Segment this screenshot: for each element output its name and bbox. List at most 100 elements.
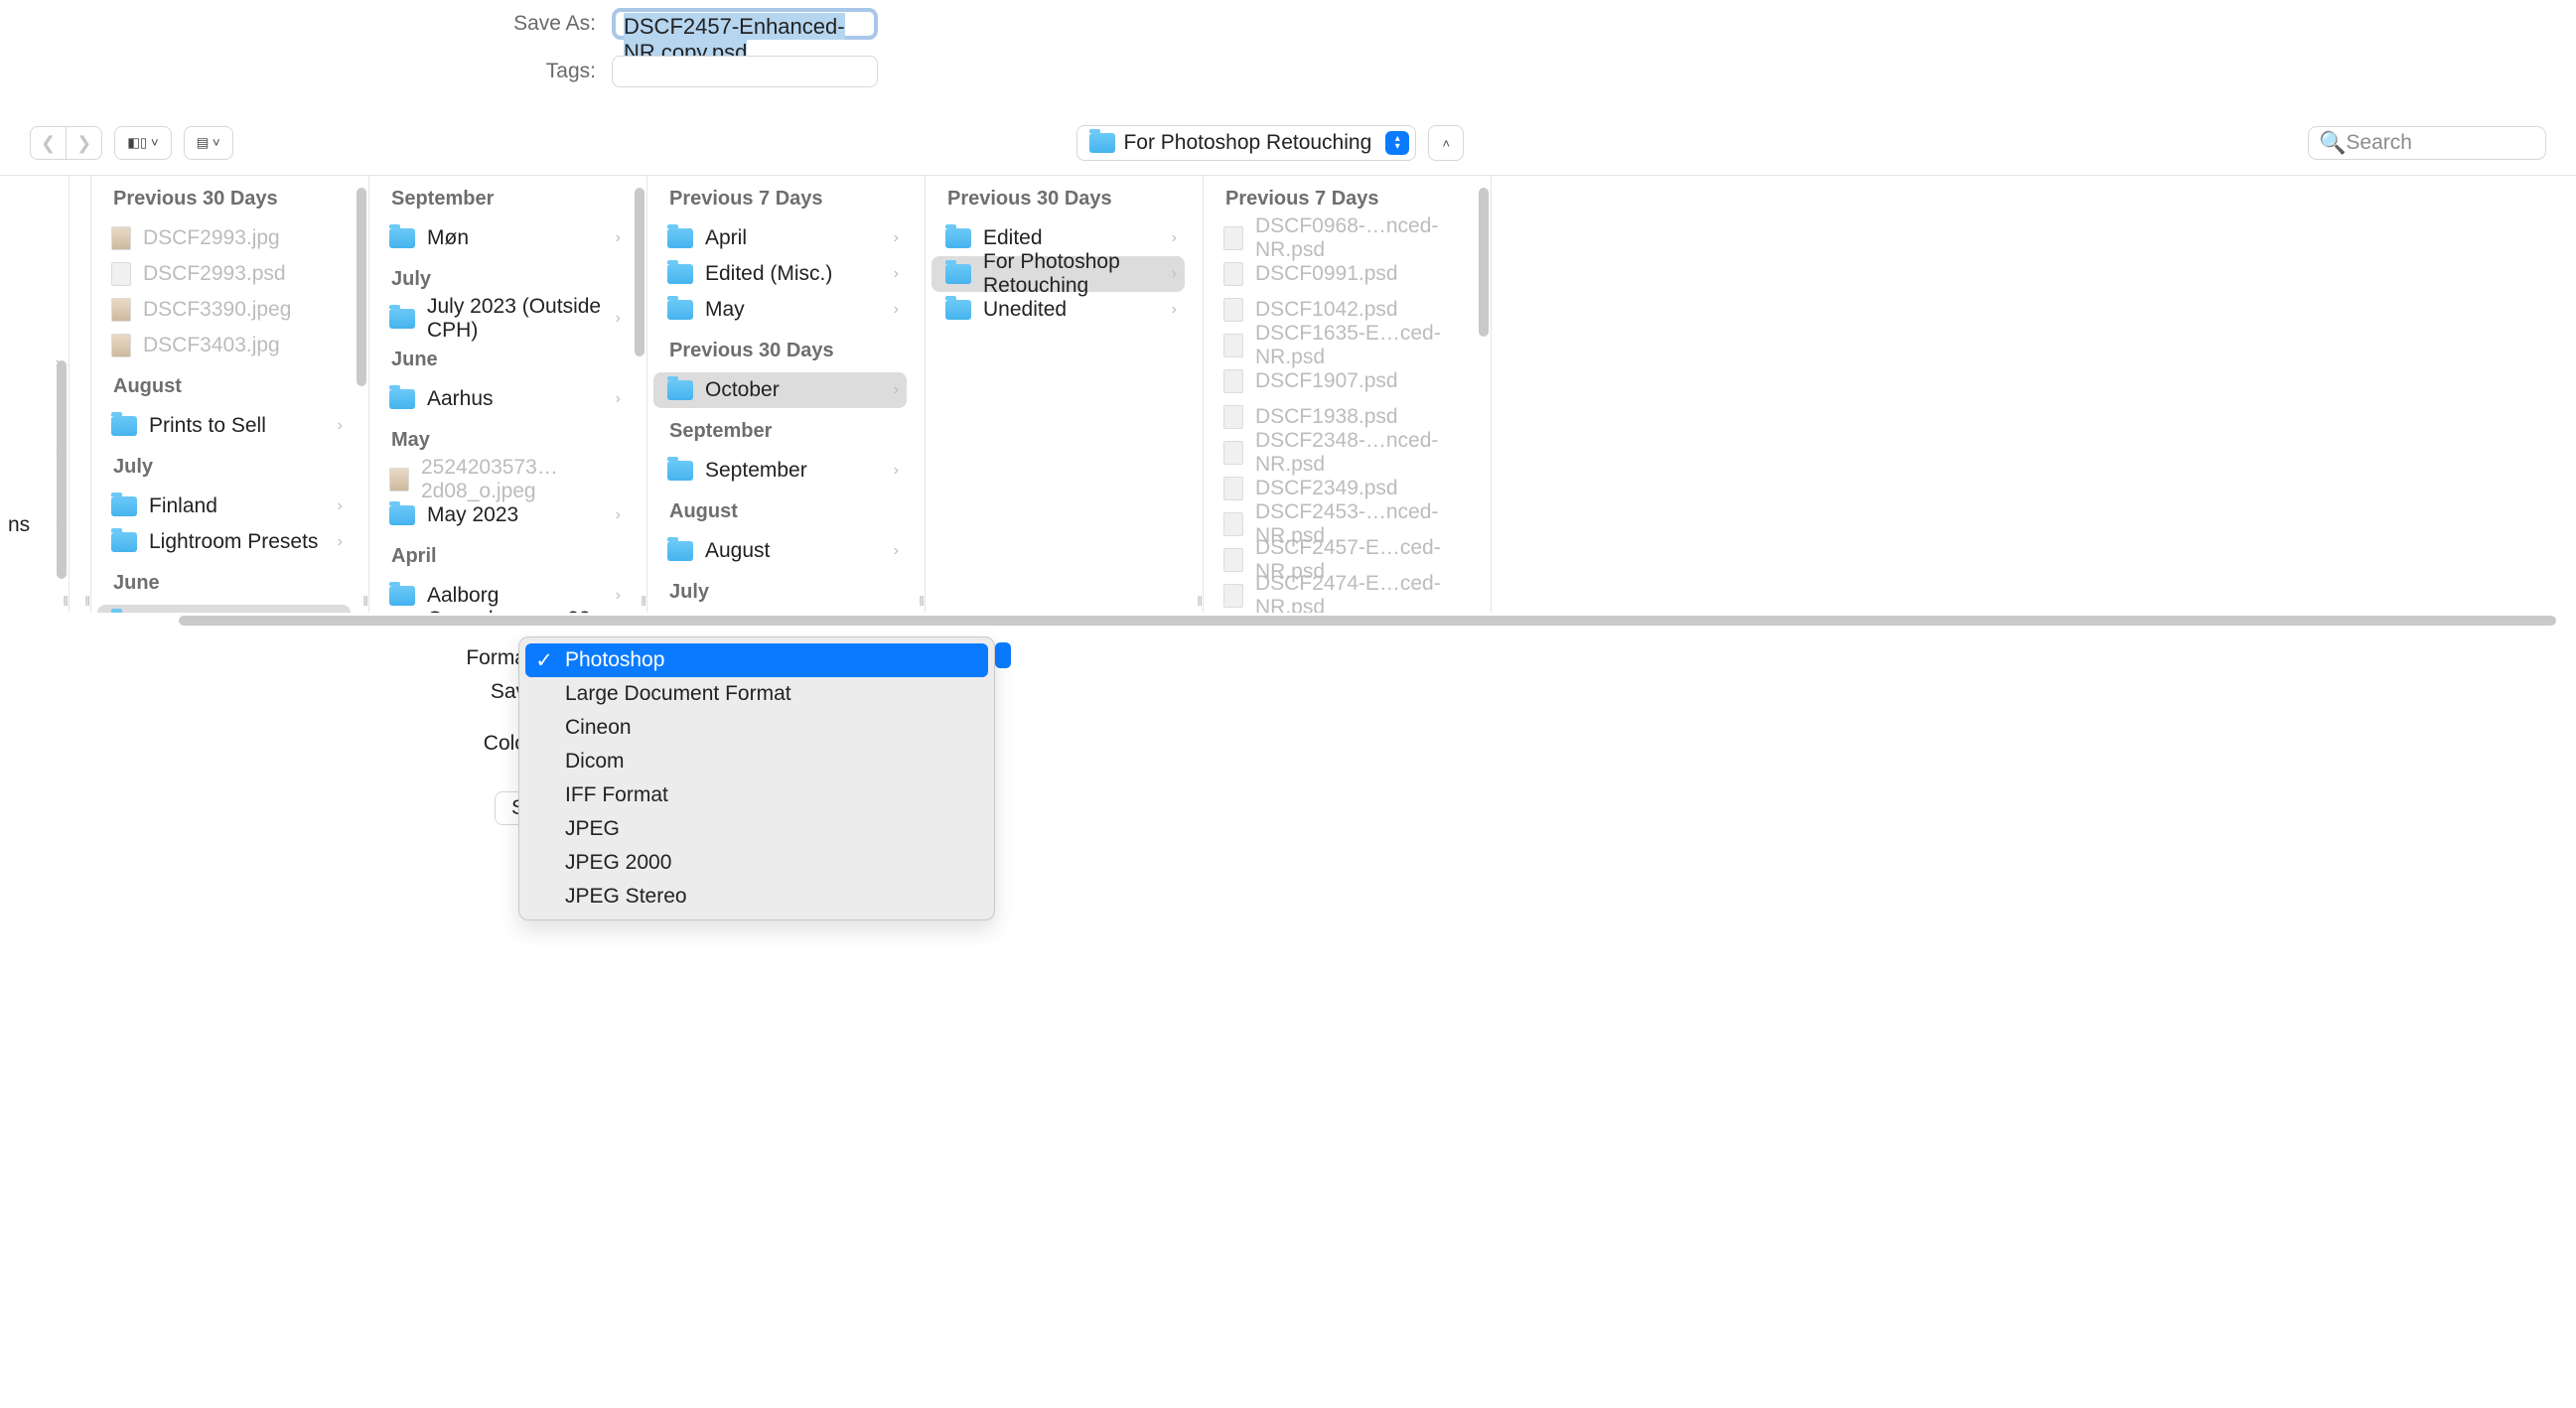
- column-resize-handle[interactable]: ‖: [641, 593, 643, 609]
- tags-input[interactable]: [612, 56, 878, 87]
- list-item[interactable]: May›: [653, 292, 907, 328]
- column-resize-handle[interactable]: ‖: [1197, 593, 1199, 609]
- collapse-button[interactable]: ˄: [1428, 125, 1464, 161]
- scrollbar[interactable]: [1479, 182, 1489, 607]
- list-item[interactable]: DSCF3403.jpg: [97, 328, 351, 363]
- list-item-label: DSCF2474-E…ced-NR.psd: [1255, 572, 1465, 613]
- list-item[interactable]: DSCF0968-…nced-NR.psd: [1210, 220, 1473, 256]
- list-item[interactable]: Denmark›: [97, 605, 351, 613]
- location-popup[interactable]: For Photoshop Retouching ▴▾: [1076, 125, 1416, 161]
- list-item[interactable]: April›: [653, 220, 907, 256]
- list-item[interactable]: DSCF2348-…nced-NR.psd: [1210, 435, 1473, 471]
- forward-button[interactable]: ❯: [66, 126, 102, 160]
- menu-item-label: Dicom: [565, 750, 625, 774]
- list-item[interactable]: Aarhus›: [375, 381, 629, 417]
- chevron-right-icon: ›: [338, 533, 343, 551]
- chevron-right-icon: ›: [616, 390, 621, 408]
- list-item-label: Aalborg: [427, 584, 499, 608]
- view-columns-button[interactable]: ◧▯ ˅: [114, 126, 171, 160]
- column-resize-handle[interactable]: ‖: [919, 593, 921, 609]
- horizontal-scrollbar[interactable]: [179, 613, 2556, 629]
- column-browser: › › ns › ‖ ‖: [0, 176, 2576, 636]
- chevron-right-icon: ›: [616, 587, 621, 605]
- save-dialog: Save As: DSCF2457-Enhanced-NR copy.psd T…: [0, 0, 2576, 1408]
- menu-item-dicom[interactable]: Dicom: [525, 745, 988, 778]
- scrollbar[interactable]: [635, 182, 644, 607]
- list-item[interactable]: DSCF1907.psd: [1210, 363, 1473, 399]
- list-item-label: DSCF1907.psd: [1255, 369, 1398, 393]
- list-item-label: May: [705, 298, 745, 322]
- group-label: April: [369, 533, 635, 578]
- column-resize-handle[interactable]: ‖: [63, 593, 65, 609]
- format-menu[interactable]: ✓ Photoshop Large Document Format Cineon…: [518, 636, 995, 920]
- list-item[interactable]: Finland›: [97, 489, 351, 524]
- list-item[interactable]: DSCF1635-E…ced-NR.psd: [1210, 328, 1473, 363]
- list-item[interactable]: DSCF2474-E…ced-NR.psd: [1210, 578, 1473, 613]
- group-icon: ▤ ˅: [197, 135, 220, 151]
- menu-item-photoshop[interactable]: ✓ Photoshop: [525, 643, 988, 677]
- check-icon: ✓: [535, 648, 553, 673]
- list-item[interactable]: Møn›: [375, 220, 629, 256]
- list-item[interactable]: July 2023 (Outside CPH)›: [375, 301, 629, 337]
- folder-icon: [389, 228, 415, 248]
- menu-item-jpeg-stereo[interactable]: JPEG Stereo: [525, 880, 988, 914]
- menu-item-cineon[interactable]: Cineon: [525, 711, 988, 745]
- group-label: June: [369, 337, 635, 381]
- list-item[interactable]: Edited (Misc.)›: [653, 256, 907, 292]
- menu-item-large-document[interactable]: Large Document Format: [525, 677, 988, 711]
- format-row: Forma: [0, 646, 2576, 670]
- list-item-label: August: [705, 539, 770, 563]
- list-item-label: September: [705, 459, 807, 483]
- folder-icon: [389, 505, 415, 525]
- menu-item-jpeg[interactable]: JPEG: [525, 812, 988, 846]
- list-item[interactable]: August ›: [653, 533, 907, 569]
- list-item[interactable]: DSCF2993.jpg: [97, 220, 351, 256]
- column-resize-handle[interactable]: ‖: [84, 593, 86, 609]
- list-item[interactable]: 2524203573…2d08_o.jpeg: [375, 462, 629, 497]
- folder-icon: [667, 541, 693, 561]
- psd-file-icon: [1223, 334, 1243, 357]
- scrollbar[interactable]: [357, 182, 366, 607]
- list-item[interactable]: September›: [653, 453, 907, 489]
- chevron-right-icon: ›: [894, 381, 899, 399]
- list-item[interactable]: DSCF0991.psd: [1210, 256, 1473, 292]
- search-icon: 🔍: [2319, 130, 2346, 156]
- field-rows: Save As: DSCF2457-Enhanced-NR copy.psd T…: [0, 0, 2576, 121]
- list-item-label: Edited (Misc.): [705, 262, 832, 286]
- folder-icon: [111, 532, 137, 552]
- list-item[interactable]: Lightroom Presets›: [97, 524, 351, 560]
- search-input[interactable]: [2346, 131, 2535, 155]
- color-row: Colo: [0, 732, 2576, 756]
- format-stepper-icon: [995, 642, 1011, 668]
- menu-item-jpeg2000[interactable]: JPEG 2000: [525, 846, 988, 880]
- psd-file-icon: [1223, 512, 1243, 536]
- back-button[interactable]: ❮: [30, 126, 66, 160]
- chevron-up-icon: ˄: [1442, 136, 1450, 151]
- chevron-right-icon: ›: [894, 542, 899, 560]
- list-item[interactable]: Unedited›: [931, 292, 1185, 328]
- menu-item-iff[interactable]: IFF Format: [525, 778, 988, 812]
- column-resize-handle[interactable]: ‖: [362, 593, 364, 609]
- list-item[interactable]: DSCF3390.jpeg: [97, 292, 351, 328]
- list-item[interactable]: October›: [653, 372, 907, 408]
- group-label: August: [647, 489, 913, 533]
- search-field[interactable]: 🔍: [2308, 126, 2546, 160]
- list-item-label: Prints to Sell: [149, 414, 266, 438]
- folder-icon: [667, 461, 693, 481]
- group-label: August: [91, 363, 357, 408]
- view-group-button[interactable]: ▤ ˅: [184, 126, 233, 160]
- psd-file-icon: [1223, 441, 1243, 465]
- scrollbar[interactable]: [57, 182, 67, 607]
- list-item-label: DSCF2348-…nced-NR.psd: [1255, 429, 1465, 477]
- column-stub-0: › › ns › ‖: [0, 176, 70, 613]
- list-item[interactable]: May 2023›: [375, 497, 629, 533]
- list-item[interactable]: For Photoshop Retouching›: [931, 256, 1185, 292]
- location-label: For Photoshop Retouching: [1123, 131, 1371, 155]
- image-file-icon: [111, 226, 131, 250]
- list-item[interactable]: DSCF2993.psd: [97, 256, 351, 292]
- nav-back-forward: ❮ ❯: [30, 126, 102, 160]
- chevron-right-icon: ›: [1172, 229, 1177, 247]
- columns-icon: ◧▯ ˅: [127, 135, 158, 151]
- saveas-input[interactable]: DSCF2457-Enhanced-NR copy.psd: [612, 8, 878, 40]
- list-item[interactable]: Prints to Sell›: [97, 408, 351, 444]
